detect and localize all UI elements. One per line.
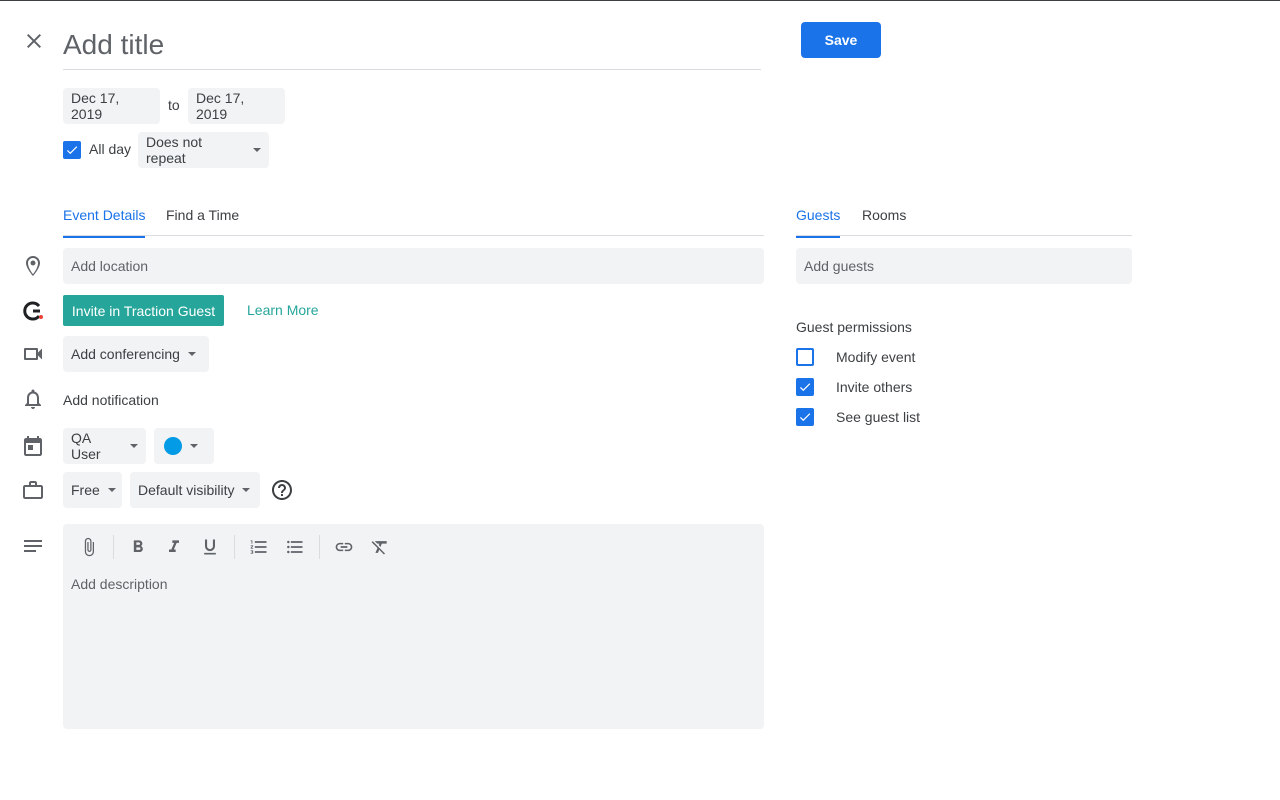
repeat-dropdown[interactable]: Does not repeat [138, 132, 269, 168]
invite-traction-guest-button[interactable]: Invite in Traction Guest [63, 295, 224, 326]
date-separator: to [168, 97, 180, 113]
start-date-picker[interactable]: Dec 17, 2019 [63, 88, 160, 124]
caret-down-icon [242, 488, 251, 492]
underline-icon[interactable] [198, 535, 222, 559]
tab-event-details[interactable]: Event Details [63, 207, 146, 238]
italic-icon[interactable] [162, 535, 186, 559]
location-pin-icon [21, 254, 45, 278]
caret-down-icon [130, 444, 138, 448]
conferencing-dropdown[interactable]: Add conferencing [63, 336, 209, 372]
title-input[interactable] [63, 20, 761, 70]
checkmark-icon [66, 146, 78, 155]
visibility-dropdown[interactable]: Default visibility [130, 472, 260, 508]
add-guests-input[interactable] [796, 248, 1132, 284]
all-day-checkbox[interactable] [63, 141, 81, 159]
toolbar-separator [113, 535, 114, 559]
bold-icon[interactable] [126, 535, 150, 559]
add-notification-link[interactable]: Add notification [63, 392, 159, 408]
checkmark-icon [799, 383, 811, 392]
description-lines-icon [21, 534, 45, 558]
calendar-owner-dropdown[interactable]: QA User [63, 428, 146, 464]
tabs-divider-right [796, 235, 1132, 236]
visibility-value: Default visibility [138, 482, 235, 498]
link-icon[interactable] [332, 535, 356, 559]
calendar-owner-value: QA User [71, 430, 101, 462]
learn-more-link[interactable]: Learn More [247, 302, 319, 318]
description-textarea[interactable] [63, 572, 764, 722]
tabs-divider [63, 235, 764, 236]
invite-others-checkbox[interactable] [796, 378, 814, 396]
calendar-icon [21, 434, 45, 458]
modify-event-checkbox[interactable] [796, 348, 814, 366]
see-guest-list-checkbox[interactable] [796, 408, 814, 426]
tab-guests[interactable]: Guests [796, 207, 841, 238]
end-date-picker[interactable]: Dec 17, 2019 [188, 88, 285, 124]
attachment-icon[interactable] [77, 535, 101, 559]
help-circle-icon[interactable] [270, 478, 294, 502]
caret-down-icon [253, 148, 261, 152]
conferencing-value: Add conferencing [71, 346, 180, 362]
formatting-toolbar [63, 524, 764, 570]
save-button[interactable]: Save [801, 22, 881, 58]
repeat-value: Does not repeat [146, 134, 203, 166]
caret-down-icon [107, 488, 116, 492]
toolbar-separator [234, 535, 235, 559]
video-camera-icon [21, 342, 45, 366]
checkmark-icon [799, 413, 811, 422]
bell-icon [21, 387, 45, 411]
availability-value: Free [71, 482, 100, 498]
clear-formatting-icon[interactable] [368, 535, 392, 559]
event-color-dropdown[interactable] [154, 428, 214, 464]
caret-down-icon [187, 352, 196, 356]
description-editor [63, 524, 764, 729]
caret-down-icon [190, 444, 198, 448]
modify-event-label: Modify event [836, 349, 916, 365]
location-input[interactable] [63, 248, 764, 284]
all-day-label: All day [89, 141, 132, 157]
color-swatch [164, 437, 182, 455]
traction-logo-icon [21, 299, 45, 323]
close-icon[interactable] [22, 29, 48, 55]
see-guest-list-label: See guest list [836, 409, 921, 425]
numbered-list-icon[interactable] [247, 535, 271, 559]
bulleted-list-icon[interactable] [283, 535, 307, 559]
availability-dropdown[interactable]: Free [63, 472, 122, 508]
invite-others-label: Invite others [836, 379, 913, 395]
guest-permissions-title: Guest permissions [796, 319, 912, 335]
briefcase-icon [21, 478, 45, 502]
tab-rooms[interactable]: Rooms [862, 207, 906, 235]
toolbar-separator [319, 535, 320, 559]
tab-find-a-time[interactable]: Find a Time [166, 207, 239, 235]
